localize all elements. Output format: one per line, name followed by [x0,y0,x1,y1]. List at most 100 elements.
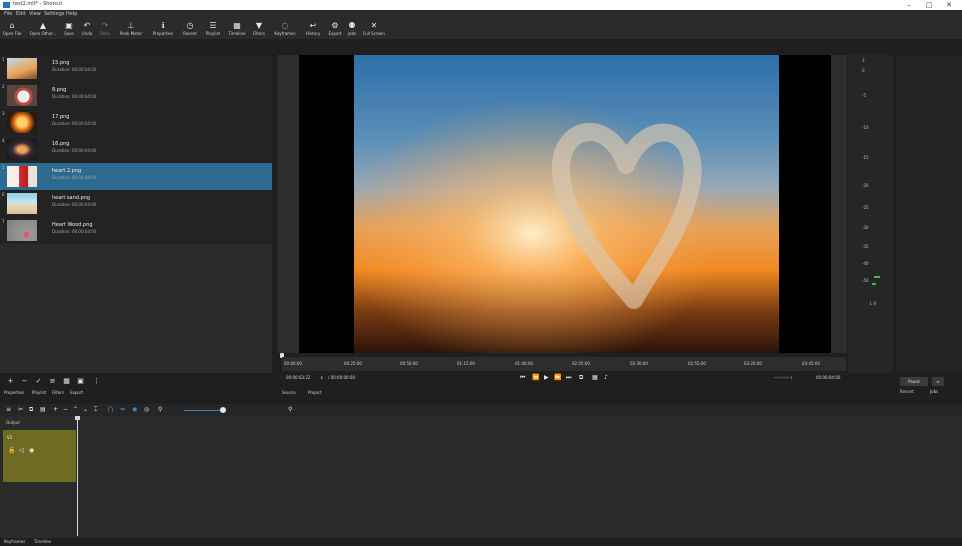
maximize-button[interactable]: □ [920,0,938,10]
lock-icon[interactable]: 🔓 [8,447,15,454]
playlist-button[interactable]: ☰ Playlist [202,21,224,39]
check-icon[interactable]: ✓ [34,377,43,385]
pause-button[interactable]: Pause [900,377,928,386]
menu-icon[interactable]: ⋮ [92,377,101,385]
filter-icon: ▼ [255,21,263,30]
history-button[interactable]: ↩ History [302,21,324,39]
filters-button[interactable]: ▼ Filters [250,21,268,39]
menu-settings[interactable]: Settings [44,11,65,17]
tile-view-icon[interactable]: ▣ [76,377,85,385]
zoom-icon[interactable]: ⚲ [158,406,162,413]
add-icon[interactable]: + [6,377,15,385]
eye-icon[interactable]: ◉ [29,447,34,454]
title-bar: test2.mlt* - Shotcut – □ ✕ [0,0,962,10]
ripple-all-icon[interactable]: ◎ [144,406,149,413]
timeline-toolbar: ≡ ✂ ⧉ ▤ + − ⌃ ⌄ ⌶ ⋂ ⇔ ◉ ◎ ⚲ ⚲ [0,404,962,416]
append-icon[interactable]: + [53,406,58,413]
ripple-delete-icon[interactable]: − [63,406,68,413]
video-preview[interactable] [354,55,779,353]
timeline-button[interactable]: ▦ Timeline [225,21,249,39]
keyframes-button[interactable]: ◌ Keyframes [270,21,300,39]
playlist-icon: ☰ [209,21,217,30]
scrub-icon[interactable]: ⇔ [120,406,125,413]
snap-icon[interactable]: ⋂ [108,406,113,413]
clip-duration: 00:00:04:00 [816,375,841,380]
recent-button[interactable]: ◷ Recent [180,21,200,39]
playlist-item-selected[interactable]: 5 heart 2.png Duration: 00:00:04:00 [0,163,272,190]
info-icon: ℹ [161,21,165,30]
peak-meter-button[interactable]: ⊥ Peak Meter [115,21,147,39]
tab-export[interactable]: Export [70,390,83,395]
tab-properties[interactable]: Properties [4,390,24,395]
open-other-button[interactable]: ▲ Open Other... [26,21,60,39]
tab-playlist[interactable]: Playlist [32,390,46,395]
playlist-item[interactable]: 4 16.png Duration: 00:00:04:00 [0,136,272,163]
tab-timeline[interactable]: Timeline [34,539,51,544]
audio-peak-meter: 3 0 -5 -10 -15 -20 -25 -30 -35 -40 -50 L… [848,55,893,373]
grid-view-icon[interactable]: ▦ [62,377,71,385]
skip-to-start-icon[interactable]: ⏮ [520,374,525,382]
menu-file[interactable]: File [4,11,12,17]
grid-icon[interactable]: ▦ [592,374,598,381]
menu-bar: File Edit View Settings Help [0,10,962,19]
list-view-icon[interactable]: ≡ [48,377,57,385]
tab-jobs[interactable]: Jobs [930,389,938,394]
mute-icon[interactable]: ◁ [19,447,24,454]
thumbnail-image [7,58,37,79]
open-other-icon: ▲ [39,21,47,30]
save-button[interactable]: ▣ Save [62,21,76,39]
tab-filters[interactable]: Filters [52,390,64,395]
playlist-item[interactable]: 7 Heart Wood.png Duration: 00:00:04:00 [0,217,272,244]
scrubber-ruler[interactable]: 00:00:00 00:25:00 00:50:00 01:15:00 01:4… [282,357,846,371]
menu-edit[interactable]: Edit [16,11,26,17]
timeline-playhead[interactable] [77,418,78,536]
playlist-item[interactable]: 6 heart sand.png Duration: 00:00:04:00 [0,190,272,217]
toggle-zoom-icon[interactable]: ⧉ [579,374,583,382]
tab-project[interactable]: Project [308,390,322,395]
spin-arrows-icon[interactable]: ⇕ [320,375,323,380]
ripple-icon[interactable]: ◉ [132,406,137,413]
tab-keyframes[interactable]: Keyframes [4,539,25,544]
minimize-button[interactable]: – [900,0,918,10]
copy-icon[interactable]: ⧉ [29,406,33,414]
tab-source[interactable]: Source [282,390,296,395]
search-icon[interactable]: ⚲ [288,406,292,413]
fast-forward-icon[interactable]: ⏩ [554,374,561,381]
thumbnail-image [7,85,37,106]
redo-button[interactable]: ↷ Redo [98,21,112,39]
v1-track-header[interactable]: V1 🔓 ◁ ◉ [3,430,76,482]
jobs-menu-icon[interactable]: ≡ [932,377,944,386]
thumbnail-image [7,139,37,160]
remove-icon[interactable]: − [20,377,29,385]
history-icon: ↩ [309,21,317,30]
properties-button[interactable]: ℹ Properties [148,21,178,39]
export-button[interactable]: ⚙ Export [326,21,344,39]
undo-button[interactable]: ↶ Undo [80,21,94,39]
lift-icon[interactable]: ⌃ [73,406,78,413]
playlist-item[interactable]: 2 8.png Duration: 00:00:04:00 [0,82,272,109]
menu-help[interactable]: Help [66,11,77,17]
skip-to-end-icon[interactable]: ⏭ [566,374,571,382]
menu-view[interactable]: View [29,11,41,17]
bottom-tab-bar: Keyframes Timeline [0,538,962,546]
zoom-slider-handle[interactable] [220,407,226,413]
meter-level-right [872,283,876,285]
playlist-item[interactable]: 1 15.png Duration: 00:00:04:00 [0,55,272,82]
cut-icon[interactable]: ✂ [18,406,23,413]
timeline-menu-icon[interactable]: ≡ [6,406,11,413]
full-screen-button[interactable]: ✕ Full Screen [360,21,388,39]
tab-recent[interactable]: Recent [900,389,914,394]
position-timecode[interactable]: 00:00:03:22 [286,375,310,380]
close-button[interactable]: ✕ [940,0,958,10]
timeline-icon: ▦ [233,21,241,30]
jobs-button[interactable]: ⚉ Jobs [345,21,359,39]
split-icon[interactable]: ⌶ [94,406,98,414]
paste-icon[interactable]: ▤ [40,406,46,413]
zoom-slider[interactable] [184,410,224,411]
play-icon[interactable]: ▶ [544,374,549,381]
playlist-item[interactable]: 3 17.png Duration: 00:00:04:00 [0,109,272,136]
open-file-button[interactable]: ⌂ Open File [2,21,22,39]
overwrite-icon[interactable]: ⌄ [83,406,88,413]
volume-icon[interactable]: ♪ [604,374,608,381]
rewind-icon[interactable]: ⏪ [532,374,539,381]
